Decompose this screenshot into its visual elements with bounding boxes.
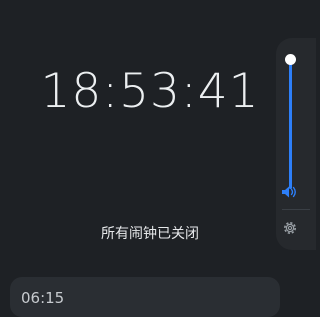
volume-slider-fill — [289, 56, 292, 189]
alarm-item[interactable]: 06:15 — [10, 277, 280, 317]
volume-slider[interactable] — [289, 56, 292, 189]
speaker-volume-icon[interactable] — [281, 185, 299, 199]
panel-divider — [282, 209, 310, 210]
volume-slider-thumb[interactable] — [285, 53, 296, 65]
clock-display: 18:53:41 — [40, 64, 260, 119]
volume-panel — [276, 38, 316, 250]
alarm-status-text: 所有闹钟已关闭 — [101, 226, 199, 242]
gear-icon[interactable] — [282, 220, 298, 236]
alarm-time: 06:15 — [21, 289, 65, 307]
